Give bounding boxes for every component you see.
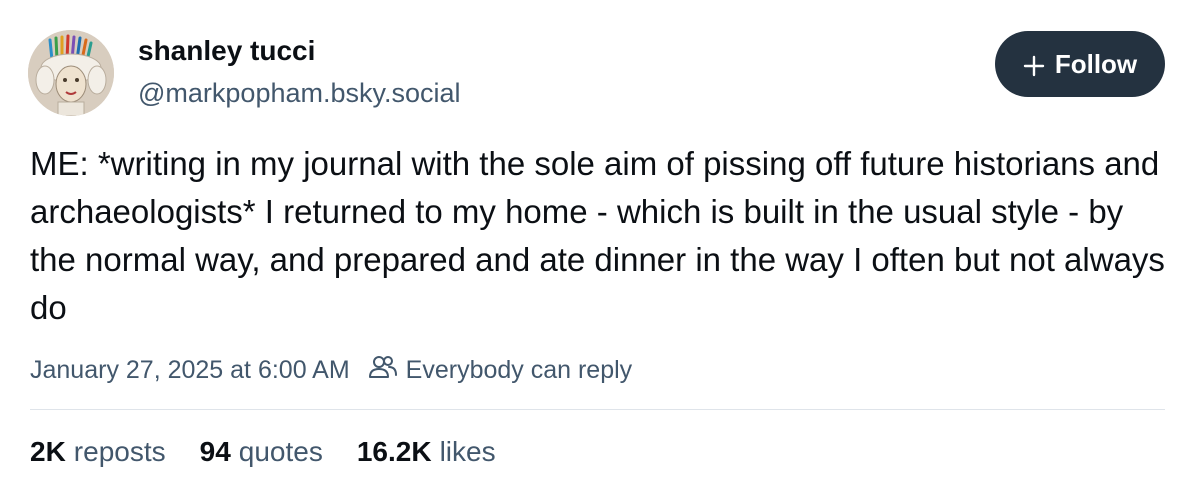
reply-setting-label: Everybody can reply <box>405 355 633 384</box>
reposts-label: reposts <box>73 436 166 467</box>
reply-setting[interactable]: Everybody can reply <box>368 354 633 387</box>
divider <box>30 409 1165 410</box>
plus-icon <box>1023 53 1045 77</box>
post-meta: January 27, 2025 at 6:00 AM Everybody ca… <box>30 352 632 388</box>
likes-stat[interactable]: 16.2K likes <box>357 436 496 468</box>
follow-button-label: Follow <box>1054 48 1138 79</box>
post-stats: 2K reposts 94 quotes 16.2K likes <box>30 432 530 472</box>
post-card: shanley tucci @markpopham.bsky.social Fo… <box>0 0 1192 490</box>
likes-label: likes <box>439 436 496 467</box>
people-icon <box>368 354 398 387</box>
author-avatar[interactable] <box>28 30 114 116</box>
post-timestamp[interactable]: January 27, 2025 at 6:00 AM <box>30 356 350 385</box>
author-display-name[interactable]: shanley tucci <box>138 34 315 68</box>
likes-count: 16.2K <box>356 436 432 467</box>
author-handle[interactable]: @markpopham.bsky.social <box>138 76 461 110</box>
quotes-stat[interactable]: 94 quotes <box>200 436 323 468</box>
post-text: ME: *writing in my journal with the sole… <box>30 145 1165 326</box>
follow-button[interactable]: Follow <box>995 31 1165 97</box>
avatar-illustration-icon <box>28 30 114 116</box>
quotes-count: 94 <box>199 436 231 467</box>
quotes-label: quotes <box>238 436 323 467</box>
reposts-stat[interactable]: 2K reposts <box>30 436 166 468</box>
reposts-count: 2K <box>30 436 66 467</box>
